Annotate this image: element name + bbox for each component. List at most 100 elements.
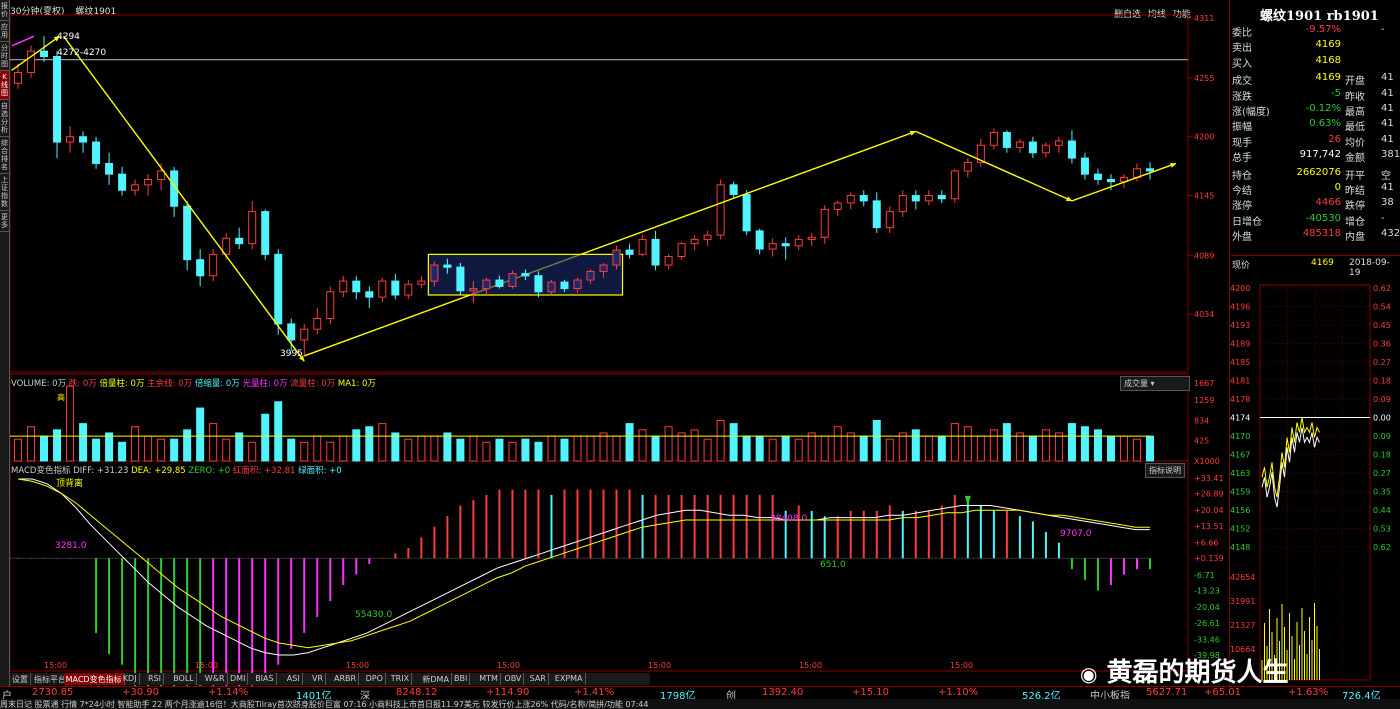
quote-value: 0.63%: [1309, 118, 1341, 130]
macd-tick-label: -6.71: [1194, 571, 1215, 580]
quote-row: 振幅 0.63% 最低 41: [1231, 118, 1400, 133]
legend-item: 红面积: +32.81: [232, 466, 299, 476]
candle-body: [1028, 141, 1037, 154]
indicator-tab[interactable]: BIAS: [253, 673, 277, 685]
legend-item: DEA: +29.85: [131, 466, 189, 476]
left-nav-item[interactable]: K线图: [0, 71, 9, 100]
volume-bar: [495, 438, 504, 462]
left-nav-item[interactable]: 自选分析: [0, 100, 9, 137]
indicator-tab[interactable]: 新DMA: [420, 673, 452, 685]
candle-body: [989, 131, 998, 146]
left-nav-item[interactable]: 分时图: [0, 42, 9, 71]
volume-bar: [1106, 435, 1115, 462]
indicator-tab[interactable]: TRIX: [389, 673, 413, 685]
quote-label-2: 金额: [1345, 153, 1365, 165]
candle-body: [612, 249, 621, 266]
indicator-tab[interactable]: VR: [310, 673, 327, 685]
trading-app: { "header": {"period": "30分钟(夏权)", "name…: [0, 0, 1400, 709]
volume-bar: [703, 438, 712, 462]
mini-price-label: 现价: [1232, 261, 1251, 271]
candle-body: [742, 193, 751, 232]
quote-value: 2662076: [1296, 166, 1341, 178]
candle-body: [131, 184, 140, 191]
macd-tick-label: -13.23: [1194, 586, 1220, 595]
volume-bar: [404, 438, 413, 462]
left-nav-item[interactable]: 应用: [0, 21, 9, 42]
indicator-tab[interactable]: SAR: [528, 673, 549, 685]
indicator-tab[interactable]: DPO: [364, 673, 386, 685]
volume-bar: [638, 429, 647, 462]
indicator-tab[interactable]: BBI: [452, 673, 471, 685]
volume-bar: [339, 435, 348, 462]
volume-bar: [235, 432, 244, 462]
candle-body: [14, 72, 22, 84]
volume-high-label: 高: [57, 393, 65, 402]
candle-body: [1054, 140, 1063, 146]
mini-price-tick: 4152: [1230, 525, 1250, 534]
candle-body: [547, 281, 556, 293]
volume-bar: [417, 435, 426, 462]
left-nav-item[interactable]: 上证指数: [0, 174, 9, 211]
volume-tick-label: 1259: [1194, 396, 1214, 405]
ticker-text[interactable]: 周末日记 股票通 行情 7*24小时 智能助手 22 两个月涨逾16倍！大商股T…: [0, 700, 649, 709]
time-axis-label: 15:00: [497, 661, 520, 670]
candle-body: [105, 162, 114, 175]
indicator-tab[interactable]: MACD变色指标: [63, 673, 125, 685]
kline-chart[interactable]: 4311 4255 4200 4145 4089 4034 1667 1259 834 425 X1…: [10, 0, 1229, 686]
macd-tick-label: +6.66: [1194, 539, 1219, 548]
volume-select[interactable]: 成交量 ▾: [1120, 376, 1190, 391]
candle-body: [937, 195, 946, 200]
candle-body: [261, 211, 270, 255]
indicator-tab[interactable]: BOLL: [171, 673, 197, 685]
candle-body: [196, 259, 205, 277]
left-nav-item[interactable]: 更多: [0, 211, 9, 232]
mini-pct-tick: 0.27: [1373, 358, 1391, 367]
macd-tick-label: +33.41: [1194, 474, 1224, 483]
quote-label-2: 内盘: [1345, 232, 1365, 244]
quote-value: -9.57%: [1305, 24, 1341, 35]
volume-bar: [573, 435, 582, 462]
candle-body: [794, 238, 803, 247]
candle-body: [859, 195, 868, 202]
candle-body: [703, 234, 712, 240]
indicator-tab[interactable]: 设置: [10, 673, 31, 685]
mini-intraday-chart[interactable]: 4200 0.62 4196 0.54 4193 0.45 4189 0.36 4185 0.27…: [1230, 280, 1400, 686]
macd-tick-label: -20.04: [1194, 603, 1220, 612]
indicator-tab[interactable]: MTM: [477, 673, 501, 685]
left-nav-item[interactable]: 综合排名: [0, 137, 9, 174]
volume-bar: [898, 432, 907, 462]
indicator-help-button[interactable]: 指标说明: [1145, 463, 1185, 478]
indicator-tab[interactable]: KDJ: [121, 673, 140, 685]
volume-bar: [625, 423, 634, 462]
volume-bar: [729, 423, 738, 462]
candle-body: [417, 280, 426, 285]
indicator-tab[interactable]: RSI: [146, 673, 164, 685]
status-item: +114.90: [486, 687, 530, 698]
candle-body: [326, 291, 335, 320]
volume-bar: [755, 435, 764, 462]
volume-bar: [482, 441, 491, 462]
volume-bar: [820, 435, 829, 462]
quote-row: 成交 4169 开盘 41: [1231, 72, 1400, 87]
quote-value-2: 41: [1381, 133, 1394, 145]
volume-bar: [469, 435, 478, 462]
candle-body: [443, 264, 452, 268]
mini-price-tick: 4159: [1230, 488, 1250, 497]
indicator-tab[interactable]: ASI: [285, 673, 303, 685]
indicator-tab[interactable]: DMI: [228, 673, 249, 685]
low-price-label: 3995: [280, 349, 303, 359]
indicator-tab[interactable]: EXPMA: [553, 673, 586, 685]
volume-bar: [274, 401, 283, 462]
indicator-tab[interactable]: OBV: [502, 673, 525, 685]
indicator-tab[interactable]: W&R: [203, 673, 228, 685]
candle-body: [469, 288, 478, 292]
volume-bar: [1028, 435, 1037, 462]
quote-label: 现手: [1232, 137, 1252, 149]
indicator-tab[interactable]: ARBR: [332, 673, 360, 685]
macd-tick-label: -33.46: [1194, 635, 1220, 644]
volume-bar: [105, 432, 114, 462]
volume-bar: [1015, 432, 1024, 462]
quote-label-2: 均价: [1345, 137, 1365, 149]
left-nav-item[interactable]: 报价: [0, 0, 9, 21]
volume-tick-label: X1000: [1194, 457, 1220, 466]
